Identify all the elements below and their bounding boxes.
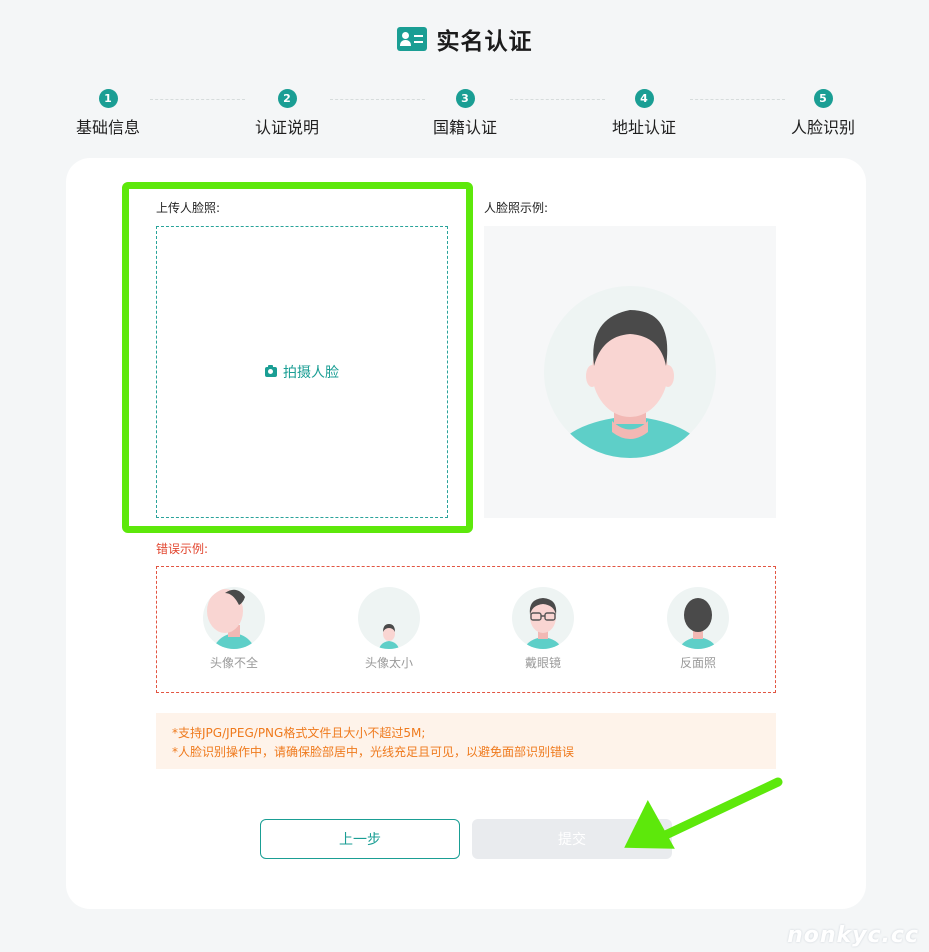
camera-icon [265,365,277,377]
watermark-text: nonkyc.cc [787,923,919,948]
error-caption: 头像太小 [364,656,413,670]
step-label: 地址认证 [611,118,676,137]
page-header: 实名认证 [0,22,929,56]
sample-label: 人脸照示例: [484,201,549,215]
avatar [358,587,420,649]
step-label: 国籍认证 [432,118,497,137]
step-label: 认证说明 [254,118,319,137]
avatar [667,587,729,649]
avatar [203,587,265,649]
notice-line: *人脸识别操作中，请确保脸部居中，光线充足且可见，以避免面部识别错误 [172,745,575,759]
step-number: 3 [455,89,475,108]
step-number: 1 [98,89,118,108]
error-example-too-small: 头像太小 [344,587,434,671]
sample-face-photo [484,226,776,518]
error-caption: 反面照 [679,656,716,670]
notice-line: *支持JPG/JPEG/PNG格式文件且大小不超过5M; [172,726,426,740]
step-number: 4 [634,89,654,108]
step-4: 4 地址认证 [584,89,704,138]
previous-step-button[interactable]: 上一步 [260,819,460,859]
error-caption: 头像不全 [209,656,258,670]
step-progress: 1 基础信息 2 认证说明 3 国籍认证 4 地址认证 5 人脸识别 [0,89,929,139]
avatar [512,587,574,649]
step-label: 基础信息 [75,118,140,137]
step-2: 2 认证说明 [227,89,347,138]
step-1: 1 基础信息 [48,89,168,138]
error-example-back: 反面照 [653,587,743,671]
page-title: 实名认证 [436,29,533,55]
capture-face-label: 拍摄人脸 [283,365,339,381]
error-example-incomplete: 头像不全 [189,587,279,671]
sample-avatar-illustration [544,286,716,458]
error-example-glasses: 戴眼镜 [498,587,588,671]
upload-label: 上传人脸照: [156,201,221,215]
face-upload-area[interactable]: 拍摄人脸 [156,226,448,518]
error-examples-label: 错误示例: [156,542,209,556]
step-5: 5 人脸识别 [763,89,883,138]
step-number: 5 [813,89,833,108]
step-label: 人脸识别 [790,118,855,137]
id-card-icon [396,27,427,51]
upload-notice: *支持JPG/JPEG/PNG格式文件且大小不超过5M; *人脸识别操作中，请确… [156,713,776,769]
step-number: 2 [277,89,297,108]
error-examples-box: 头像不全 头像太小 戴眼镜 反面照 [156,566,776,693]
step-3: 3 国籍认证 [405,89,525,138]
annotation-arrow-icon [624,777,783,849]
error-caption: 戴眼镜 [524,656,561,670]
